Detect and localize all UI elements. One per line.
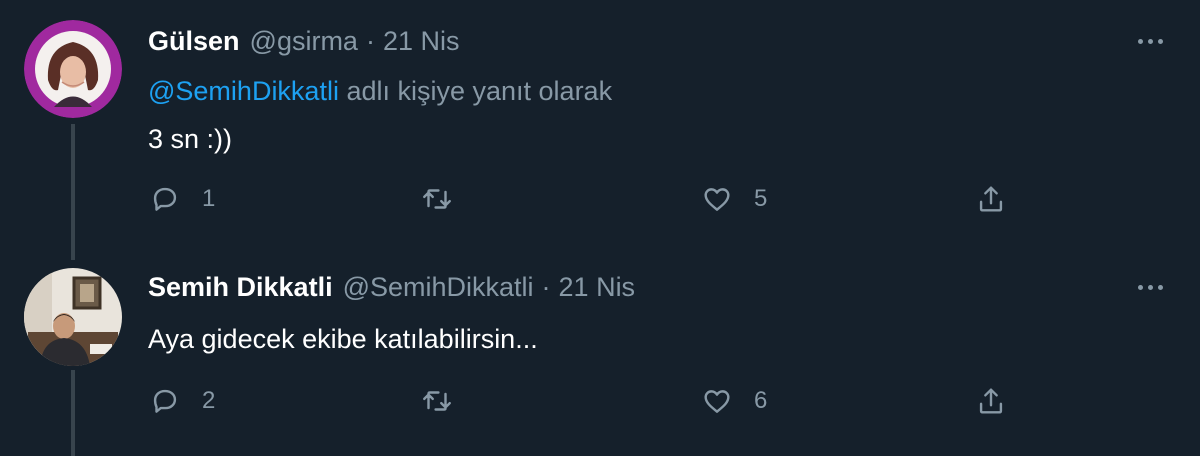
heart-icon — [704, 390, 730, 413]
tweet-date[interactable]: 21 Nis — [559, 272, 636, 303]
share-icon — [979, 186, 1003, 212]
share-button[interactable] — [974, 182, 1008, 216]
tweet-actions: 2 6 — [148, 384, 1028, 424]
avatar[interactable] — [24, 268, 122, 366]
reply-icon — [153, 187, 177, 211]
share-icon — [979, 388, 1003, 414]
tweet-text: Aya gidecek ekibe katılabilirsin... — [148, 324, 538, 354]
separator-dot: · — [365, 26, 375, 56]
retweet-icon — [423, 189, 451, 209]
retweet-button[interactable] — [420, 182, 474, 216]
like-count: 6 — [754, 387, 768, 414]
tweet-date[interactable]: 21 Nis — [383, 26, 460, 57]
thread-line — [71, 124, 75, 260]
reply-count: 1 — [202, 185, 216, 212]
like-count: 5 — [754, 185, 768, 212]
tweet[interactable]: Gülsen @gsirma · 21 Nis @SemihDikkatli a… — [0, 0, 1200, 260]
avatar[interactable] — [24, 20, 122, 118]
tweet[interactable]: Semih Dikkatli @SemihDikkatli · 21 Nis A… — [0, 260, 1200, 456]
retweet-button[interactable] — [420, 384, 474, 418]
author-name[interactable]: Semih Dikkatli — [148, 272, 333, 303]
author-handle[interactable]: @SemihDikkatli — [343, 272, 534, 303]
more-dots-icon — [1137, 284, 1143, 290]
heart-icon — [704, 188, 730, 211]
reply-button[interactable]: 2 — [148, 384, 215, 418]
retweet-icon — [423, 391, 451, 411]
more-options-button[interactable] — [1130, 272, 1170, 302]
more-options-button[interactable] — [1130, 26, 1170, 56]
tweet-actions: 1 5 — [148, 182, 1028, 222]
reply-count: 2 — [202, 387, 216, 414]
like-button[interactable]: 6 — [700, 384, 767, 418]
tweet-header: Gülsen @gsirma · 21 Nis — [148, 26, 459, 57]
like-button[interactable]: 5 — [700, 182, 767, 216]
tweet-header: Semih Dikkatli @SemihDikkatli · 21 Nis — [148, 272, 635, 303]
reply-to-suffix: adlı kişiye yanıt olarak — [338, 76, 613, 106]
replying-to: @SemihDikkatli adlı kişiye yanıt olarak — [148, 76, 612, 107]
share-button[interactable] — [974, 384, 1008, 418]
author-handle[interactable]: @gsirma — [250, 26, 358, 57]
tweet-text: 3 sn :)) — [148, 124, 233, 154]
reply-mention-link[interactable]: @SemihDikkatli — [148, 76, 339, 106]
thread-line — [71, 370, 75, 456]
author-name[interactable]: Gülsen — [148, 26, 240, 57]
reply-button[interactable]: 1 — [148, 182, 215, 216]
separator-dot: · — [541, 272, 551, 302]
reply-icon — [153, 389, 177, 413]
more-dots-icon — [1137, 38, 1143, 44]
